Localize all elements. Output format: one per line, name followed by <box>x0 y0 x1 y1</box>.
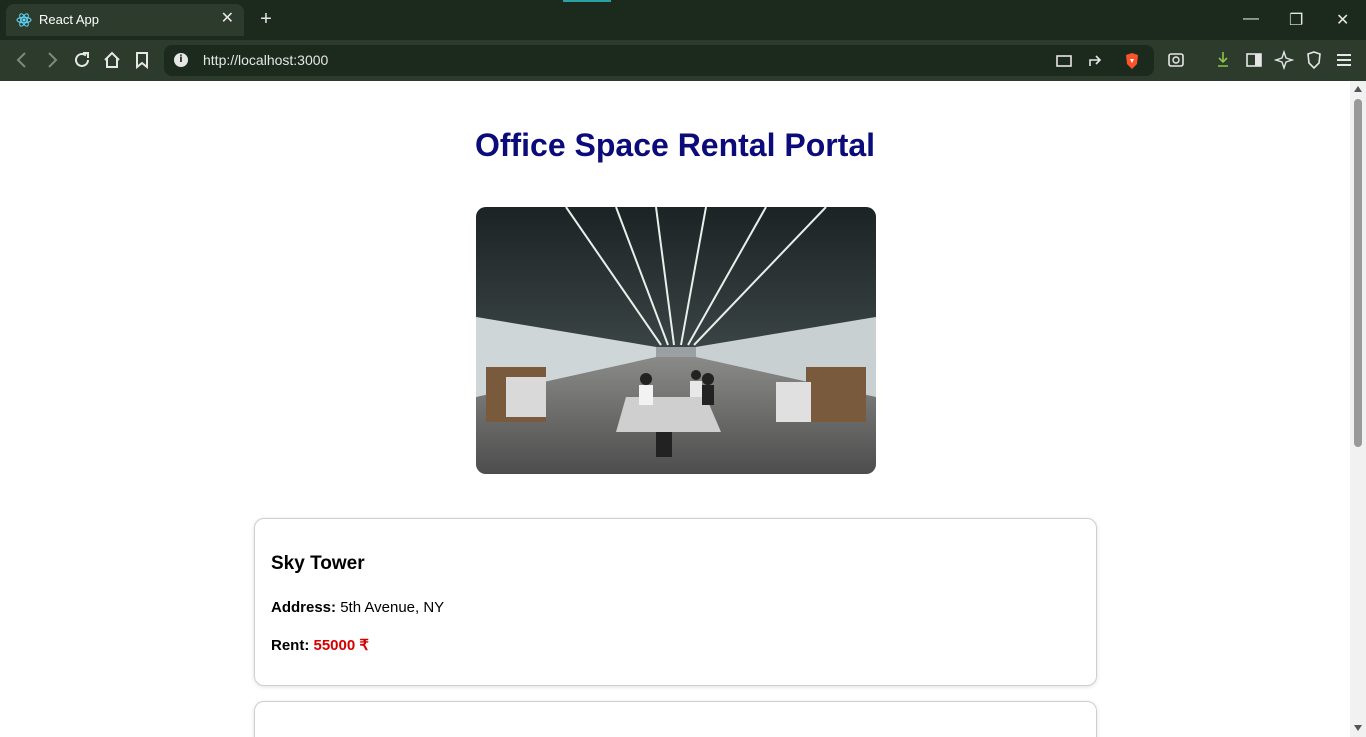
address-value: 5th Avenue, NY <box>340 599 445 616</box>
bookmark-icon[interactable] <box>132 50 152 70</box>
listing-rent: Rent: 55000 ₹ <box>271 636 369 654</box>
page-scrollbar[interactable] <box>1350 81 1366 737</box>
scroll-thumb[interactable] <box>1354 99 1362 447</box>
scroll-up-icon[interactable] <box>1354 86 1362 92</box>
page-title: Office Space Rental Portal <box>474 127 876 163</box>
tab-close-icon[interactable]: ✕ <box>221 10 234 28</box>
new-tab-button[interactable]: + <box>256 8 276 30</box>
rent-label: Rent: <box>271 637 310 654</box>
forward-icon[interactable] <box>42 50 62 70</box>
address-bar[interactable]: i http://localhost:3000 <box>164 45 1154 76</box>
office-image <box>476 207 876 474</box>
share-icon[interactable] <box>1086 51 1106 71</box>
react-icon <box>16 13 32 27</box>
restore-button[interactable]: ❐ <box>1289 10 1303 30</box>
home-icon[interactable] <box>102 50 122 70</box>
reload-icon[interactable] <box>72 50 92 70</box>
window-close-button[interactable]: ✕ <box>1336 10 1349 30</box>
leo-ai-icon[interactable] <box>1274 50 1294 70</box>
tab-title: React App <box>39 12 99 27</box>
browser-toolbar: i http://localhost:3000 <box>0 40 1366 81</box>
sidebar-icon[interactable] <box>1244 50 1264 70</box>
rent-value: 55000 ₹ <box>313 637 369 654</box>
browser-titlebar: React App ✕ + — ❐ ✕ <box>0 0 1366 40</box>
vpn-icon[interactable] <box>1304 50 1324 70</box>
site-info-icon[interactable]: i <box>174 53 188 67</box>
brave-shield-icon[interactable] <box>1122 51 1142 71</box>
hero-image <box>476 207 876 474</box>
menu-icon[interactable] <box>1334 50 1354 70</box>
page-content: Office Space Rental Portal Sky Tower Add… <box>0 81 1350 737</box>
scroll-down-icon[interactable] <box>1354 725 1362 731</box>
search-tab-icon[interactable] <box>1166 50 1186 70</box>
listing-address: Address: 5th Avenue, NY <box>271 599 444 616</box>
back-icon[interactable] <box>12 50 32 70</box>
address-label: Address: <box>271 599 337 616</box>
listing-card <box>254 701 1097 737</box>
minimize-button[interactable]: — <box>1243 10 1259 28</box>
listing-name: Sky Tower <box>271 553 365 574</box>
url-text[interactable]: http://localhost:3000 <box>203 52 328 68</box>
listing-card: Sky Tower Address: 5th Avenue, NY Rent: … <box>254 518 1097 686</box>
tab-react-app[interactable]: React App ✕ <box>6 4 244 36</box>
tab-strip-indicator <box>563 0 611 2</box>
cast-icon[interactable] <box>1054 51 1074 71</box>
downloads-icon[interactable] <box>1215 50 1235 70</box>
